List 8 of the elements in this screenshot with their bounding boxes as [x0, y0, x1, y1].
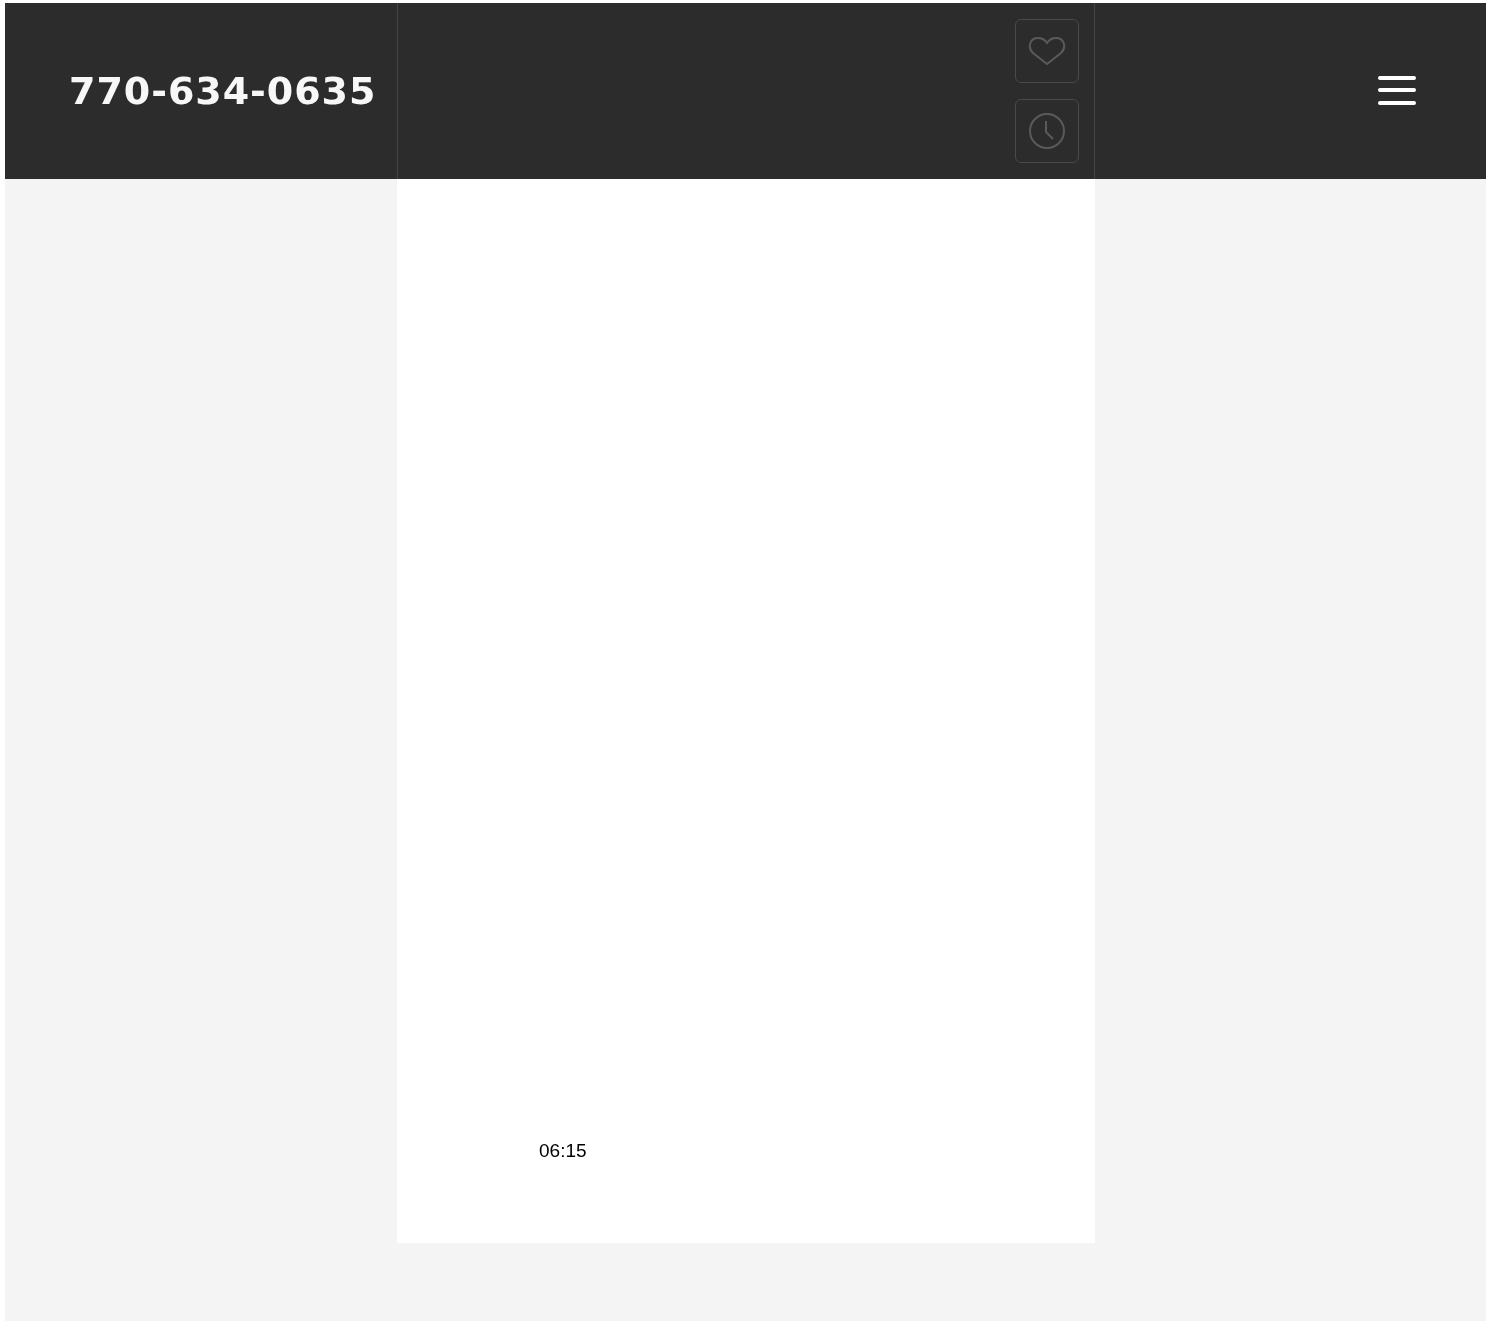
clock-icon [1028, 112, 1066, 150]
phone-number[interactable]: 770-634-0635 [69, 62, 377, 120]
time-label: 06:15 [539, 1138, 588, 1163]
menu-button[interactable] [1378, 75, 1416, 107]
history-button[interactable] [1015, 99, 1079, 163]
favorites-button[interactable] [1015, 19, 1079, 83]
menu-icon [1378, 76, 1416, 106]
heart-icon [1028, 35, 1066, 67]
